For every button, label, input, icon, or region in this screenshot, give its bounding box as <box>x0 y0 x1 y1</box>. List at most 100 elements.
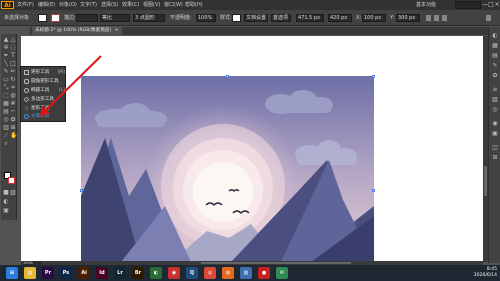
document-tab-close-icon[interactable]: × <box>115 28 119 33</box>
variable-width-select[interactable]: 等比 <box>100 14 130 22</box>
height-field[interactable]: 420 px <box>328 14 352 22</box>
flyout-item-star[interactable]: ☆ 星形工具 <box>23 105 65 113</box>
stroke-weight-field[interactable] <box>76 14 98 22</box>
recorder-icon[interactable]: ● <box>258 267 270 279</box>
brush-definition-select[interactable]: 3 点圆形 <box>133 14 165 22</box>
horizontal-scrollbar[interactable] <box>201 262 351 264</box>
fill-color-swatch[interactable] <box>38 14 47 22</box>
swatches-panel-icon[interactable]: ▤ <box>492 53 498 59</box>
gradient-panel-icon[interactable]: ▧ <box>492 97 498 103</box>
menu-window[interactable]: 窗口(W) <box>164 0 183 10</box>
document-setup-button[interactable]: 文档设置 <box>244 14 268 22</box>
lightroom-icon[interactable]: Lr <box>114 267 126 279</box>
width-tool-icon[interactable]: ≈ <box>10 85 16 91</box>
start-icon[interactable]: ⊞ <box>6 267 18 279</box>
close-button[interactable]: × <box>494 0 500 10</box>
menu-object[interactable]: 对象(O) <box>59 0 77 10</box>
symbols-panel-icon[interactable]: ✿ <box>492 73 498 79</box>
pen-tool-icon[interactable]: ✒ <box>3 53 9 59</box>
firefox-icon[interactable]: ◍ <box>222 267 234 279</box>
brushes-panel-icon[interactable]: ✎ <box>492 63 498 69</box>
magic-wand-tool-icon[interactable]: ✲ <box>3 45 9 51</box>
appearance-panel-icon[interactable]: ◉ <box>492 121 498 127</box>
rotate-tool-icon[interactable]: ↻ <box>10 77 16 83</box>
preferences-button[interactable]: 首选项 <box>271 14 291 22</box>
panel-menu-icon[interactable] <box>486 15 491 21</box>
mesh-tool-icon[interactable]: # <box>10 101 16 107</box>
photoshop-icon[interactable]: Ps <box>60 267 72 279</box>
menu-type[interactable]: 文字(T) <box>80 0 97 10</box>
zoom-tool-icon[interactable]: ⌕ <box>3 141 9 147</box>
menu-effect[interactable]: 效果(C) <box>122 0 139 10</box>
stroke-color-swatch[interactable] <box>51 14 60 22</box>
gradient-tool-icon[interactable]: ▤ <box>3 109 9 115</box>
gradient-mode-icon[interactable]: ▧ <box>10 190 16 196</box>
illustrator-icon[interactable]: Ai <box>78 267 90 279</box>
slice-tool-icon[interactable]: ⟋ <box>3 133 9 139</box>
layers-panel-icon[interactable]: ◫ <box>492 145 498 151</box>
workspace-switcher[interactable]: 基本功能 <box>416 1 452 9</box>
flyout-item-rectangle[interactable]: 矩形工具 (M) <box>23 69 65 77</box>
color-panel-icon[interactable]: ◐ <box>492 33 498 39</box>
arrange-icon[interactable] <box>442 15 447 21</box>
symbol-sprayer-tool-icon[interactable]: ✿ <box>10 117 16 123</box>
perspective-grid-tool-icon[interactable]: ▦ <box>3 101 9 107</box>
x-field[interactable]: 100 px <box>362 14 386 22</box>
indesign-icon[interactable]: Id <box>96 267 108 279</box>
color-guide-icon[interactable]: ▦ <box>492 43 498 49</box>
vertical-scroll-thumb[interactable] <box>484 166 487 196</box>
graphic-style-swatch[interactable] <box>232 14 241 22</box>
opacity-field[interactable]: 100% <box>196 14 216 22</box>
line-tool-icon[interactable]: ╲ <box>3 61 9 67</box>
align-icon[interactable] <box>426 15 431 21</box>
y-field[interactable]: 300 px <box>396 14 420 22</box>
menu-file[interactable]: 文件(F) <box>17 0 34 10</box>
pencil-tool-icon[interactable]: ✏ <box>10 69 16 75</box>
chrome-icon[interactable]: ◎ <box>204 267 216 279</box>
artboards-panel-icon[interactable]: ⊞ <box>492 155 498 161</box>
camera-app-icon[interactable]: ◉ <box>168 267 180 279</box>
free-transform-tool-icon[interactable]: ⬚ <box>3 93 9 99</box>
artboard-tool-icon[interactable]: ⊞ <box>10 125 16 131</box>
search-input[interactable] <box>455 1 481 9</box>
premiere-icon[interactable]: Pr <box>42 267 54 279</box>
paintbrush-tool-icon[interactable]: ✎ <box>3 69 9 75</box>
rectangle-tool-icon[interactable]: □ <box>10 61 16 67</box>
eraser-tool-icon[interactable]: ▭ <box>3 77 9 83</box>
flyout-item-polygon[interactable]: 多边形工具 <box>23 96 65 104</box>
menu-view[interactable]: 视图(V) <box>143 0 160 10</box>
bounding-handle-tr[interactable] <box>372 75 375 78</box>
menu-select[interactable]: 选择(S) <box>101 0 118 10</box>
type-tool-icon[interactable]: T <box>10 53 16 59</box>
scale-tool-icon[interactable]: ⤡ <box>3 85 9 91</box>
flyout-item-ellipse[interactable]: 椭圆工具 (L) <box>23 87 65 95</box>
explorer-icon[interactable]: ▤ <box>24 267 36 279</box>
flyout-item-flare[interactable]: 光晕工具 <box>23 113 65 121</box>
transparency-panel-icon[interactable]: ◎ <box>492 107 498 113</box>
shape-builder-tool-icon[interactable]: ◍ <box>10 93 16 99</box>
hand-tool-icon[interactable]: ✋ <box>10 133 17 139</box>
stroke-color-box[interactable] <box>8 177 15 184</box>
media-player-icon[interactable]: ◐ <box>150 267 162 279</box>
stroke-panel-icon[interactable]: ≡ <box>492 87 498 93</box>
menu-edit[interactable]: 编辑(E) <box>38 0 55 10</box>
screen-mode-icon[interactable]: ▣ <box>3 208 9 214</box>
folder-icon[interactable]: ▥ <box>240 267 252 279</box>
bounding-handle-ml[interactable] <box>80 189 83 192</box>
qq-icon[interactable]: Q <box>186 267 198 279</box>
transform-icon[interactable] <box>434 15 439 21</box>
bounding-handle-tl[interactable] <box>80 75 83 78</box>
graphic-styles-panel-icon[interactable]: ▣ <box>492 131 498 137</box>
direct-selection-tool-icon[interactable]: △ <box>10 37 16 43</box>
bounding-handle-mr[interactable] <box>372 189 375 192</box>
lasso-tool-icon[interactable]: ◌ <box>10 45 16 51</box>
eyedropper-tool-icon[interactable]: ⌐ <box>10 109 16 115</box>
menu-help[interactable]: 帮助(H) <box>185 0 203 10</box>
selection-tool-icon[interactable]: ▲ <box>3 37 9 43</box>
bridge-icon[interactable]: Br <box>132 267 144 279</box>
taskbar-clock[interactable]: 8:45 2020/6/14 <box>471 267 497 279</box>
flyout-item-rounded-rectangle[interactable]: 圆角矩形工具 <box>23 78 65 86</box>
draw-mode-icon[interactable]: ◐ <box>3 199 9 205</box>
column-graph-tool-icon[interactable]: ▥ <box>3 125 9 131</box>
blend-tool-icon[interactable]: ◎ <box>3 117 9 123</box>
